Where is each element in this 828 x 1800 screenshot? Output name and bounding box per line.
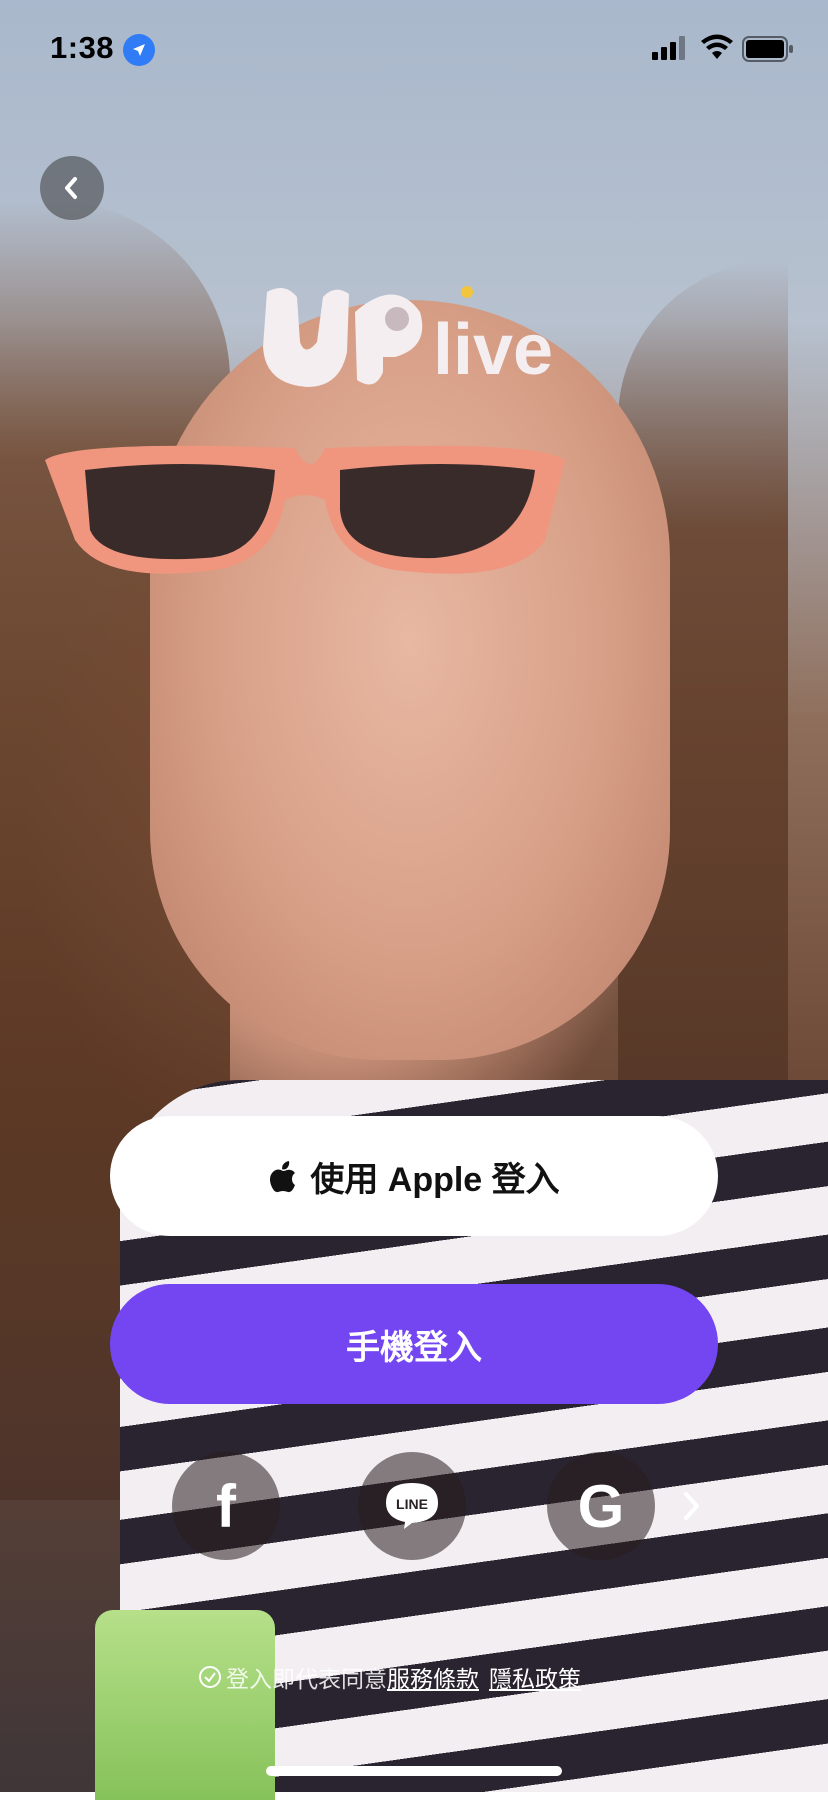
check-circle-icon[interactable] [198, 1665, 222, 1689]
apple-login-button[interactable]: 使用 Apple 登入 [110, 1116, 718, 1236]
terms-of-service-link[interactable]: 服務條款 [387, 1660, 479, 1694]
uplive-logo-icon: live [263, 286, 553, 390]
back-button[interactable] [40, 156, 104, 220]
location-arrow-icon [123, 34, 155, 66]
google-login-button[interactable]: G [547, 1452, 655, 1560]
phone-login-button[interactable]: 手機登入 [110, 1284, 718, 1404]
home-indicator[interactable] [266, 1766, 562, 1776]
line-icon: LINE [386, 1483, 438, 1529]
line-login-button[interactable]: LINE [358, 1452, 466, 1560]
chevron-right-icon[interactable] [676, 1488, 706, 1524]
apple-icon [268, 1158, 298, 1194]
apple-login-label: 使用 Apple 登入 [310, 1160, 560, 1199]
google-icon: G [577, 1472, 625, 1540]
logo-text: live [433, 310, 553, 390]
background-face [150, 300, 670, 1060]
terms-notice: 登入即代表同意 服務條款 隱私政策 [198, 1660, 581, 1694]
privacy-policy-link[interactable]: 隱私政策 [489, 1660, 581, 1694]
app-logo: live [255, 272, 585, 407]
line-icon-text: LINE [396, 1496, 428, 1512]
facebook-login-button[interactable]: f [172, 1452, 280, 1560]
battery-icon [742, 36, 793, 62]
facebook-icon: f [216, 1472, 236, 1540]
phone-login-label: 手機登入 [346, 1328, 482, 1367]
terms-prefix: 登入即代表同意 [226, 1666, 387, 1692]
status-time: 1:38 [50, 30, 115, 65]
background-bottle [95, 1610, 275, 1800]
status-bar: 1:38 [0, 0, 828, 100]
background-sunglasses [45, 445, 565, 574]
wifi-icon [701, 34, 733, 59]
signal-icon [652, 36, 685, 60]
back-chevron-icon [65, 177, 77, 199]
